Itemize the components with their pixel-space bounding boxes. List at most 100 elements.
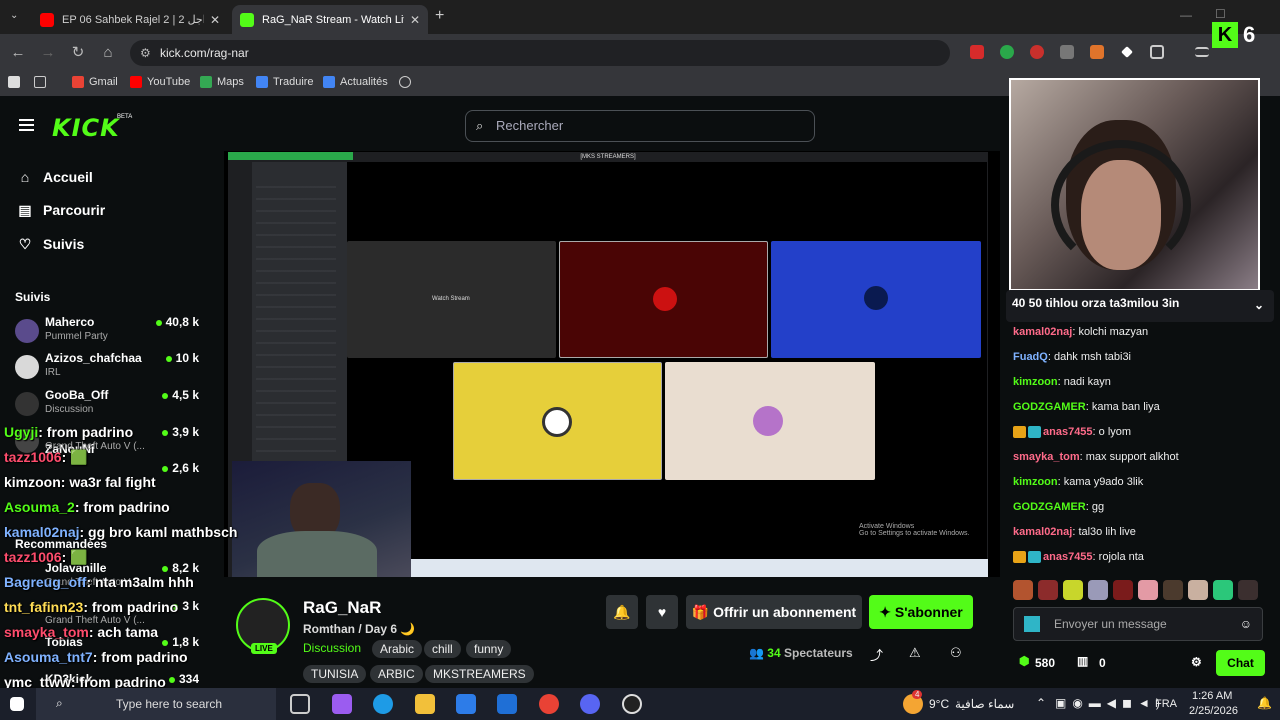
notification-bell-button[interactable]: 🔔 (606, 595, 638, 629)
extension-glasses-icon[interactable] (1060, 45, 1074, 59)
bookmark-gmail[interactable]: Gmail (72, 76, 118, 88)
share-icon[interactable]: ⤴ (870, 645, 883, 664)
gifts-count[interactable]: 0 (1099, 656, 1106, 670)
chat-username[interactable]: smayka_tom (1013, 451, 1080, 463)
nav-suivis[interactable]: ♡ Suivis (17, 236, 85, 252)
report-icon[interactable]: ⚠ (909, 645, 921, 661)
tag-chill[interactable]: chill (424, 640, 461, 658)
emote-icon[interactable] (1238, 580, 1258, 600)
emote-icon[interactable] (1188, 580, 1208, 600)
chat-settings-icon[interactable]: ⚙ (1191, 655, 1202, 669)
new-tab-icon[interactable]: + (435, 7, 444, 25)
extension-red-icon[interactable] (970, 45, 984, 59)
tab-kick[interactable]: RaG_NaR Stream - Watch Live ✕ (232, 5, 428, 34)
extension-green-icon[interactable] (1000, 45, 1014, 59)
minimize-icon[interactable]: — (1180, 8, 1192, 22)
chat-username[interactable]: kimzoon (1013, 476, 1058, 488)
tab-list-dropdown-icon[interactable]: ⌄ (10, 10, 18, 21)
mail-icon[interactable] (497, 694, 517, 714)
bookmark-actualites[interactable]: Actualités (323, 76, 388, 88)
nav-accueil[interactable]: ⌂ Accueil (17, 169, 93, 185)
emote-icon[interactable] (1138, 580, 1158, 600)
picture-in-picture-webcam[interactable] (1009, 78, 1260, 291)
stream-video-player[interactable]: [MKS STREAMERS] Watch Stream Activate Wi… (224, 151, 1000, 577)
emote-icon[interactable] (1063, 580, 1083, 600)
hamburger-menu-icon[interactable] (19, 119, 34, 131)
followed-channel[interactable]: GooBa_Off Discussion 4,5 k (15, 388, 205, 424)
tab-youtube[interactable]: EP 06 Sahbek Rajel 2 | 2 صاحبك راجل ✕ (32, 5, 228, 34)
followed-channel[interactable]: Maherco Pummel Party 40,8 k (15, 315, 205, 351)
file-explorer-icon[interactable] (415, 694, 435, 714)
chevron-down-icon[interactable]: ⌄ (1254, 298, 1264, 312)
emote-icon[interactable] (1088, 580, 1108, 600)
bookmark-grid[interactable] (34, 76, 51, 88)
tray-chevron-icon[interactable]: ⌃ (1036, 696, 1046, 710)
close-tab-icon[interactable]: ✕ (410, 13, 420, 27)
maximize-icon[interactable]: ☐ (1215, 7, 1226, 21)
task-view-icon[interactable] (290, 694, 310, 714)
notification-bell-icon[interactable]: 🔔 (1257, 696, 1272, 710)
store-icon[interactable] (456, 694, 476, 714)
follow-heart-button[interactable]: ♥ (646, 595, 678, 629)
chat-username[interactable]: kamal02naj (1013, 526, 1072, 538)
chat-send-button[interactable]: Chat (1216, 650, 1265, 676)
tag-mkstreamers[interactable]: MKSTREAMERS (425, 665, 534, 683)
taskbar-search-input[interactable]: ⌕ Type here to search (36, 688, 276, 720)
tag-arbic[interactable]: ARBIC (370, 665, 423, 683)
chrome-icon[interactable] (539, 694, 559, 714)
points-count[interactable]: 580 (1035, 656, 1055, 670)
emote-icon[interactable] (1038, 580, 1058, 600)
bookmark-globe[interactable] (399, 76, 416, 88)
emoji-icon[interactable]: ☺ (1240, 608, 1252, 640)
chat-username[interactable]: kamal02naj (1013, 326, 1072, 338)
pinned-message[interactable]: 40 50 tihlou orza ta3milou 3in ⌄ (1006, 290, 1274, 322)
emote-icon[interactable] (1113, 580, 1133, 600)
emote-icon[interactable] (1163, 580, 1183, 600)
site-info-icon[interactable]: ⚙ (140, 40, 151, 66)
clock-time[interactable]: 1:26 AM (1192, 690, 1232, 702)
extensions-puzzle-icon[interactable] (1150, 45, 1164, 59)
tag-funny[interactable]: funny (466, 640, 512, 658)
chat-username[interactable]: kimzoon (1013, 376, 1058, 388)
bookmark-apps[interactable] (8, 76, 25, 88)
gift-subscription-button[interactable]: 🎁 Offrir un abonnement (686, 595, 862, 629)
copilot-icon[interactable] (332, 694, 352, 714)
back-icon[interactable]: ← (8, 43, 28, 63)
reload-icon[interactable]: ↻ (68, 43, 88, 63)
discord-icon[interactable] (580, 694, 600, 714)
menu-icon[interactable] (1195, 47, 1209, 57)
extension-orange-icon[interactable] (1090, 45, 1104, 59)
home-icon[interactable]: ⌂ (98, 43, 118, 63)
chat-username[interactable]: anas7455 (1043, 551, 1093, 563)
users-settings-icon[interactable]: ⚇ (950, 645, 962, 661)
kick-logo[interactable]: KICK (52, 114, 120, 142)
bookmark-traduire[interactable]: Traduire (256, 76, 314, 88)
edge-icon[interactable] (373, 694, 393, 714)
chat-message-input[interactable]: Envoyer un message ☺ (1013, 607, 1263, 641)
emote-icon[interactable] (1013, 580, 1033, 600)
followed-channel[interactable]: Azizos_chafchaa IRL 10 k (15, 351, 205, 387)
chat-username[interactable]: FuadQ (1013, 351, 1048, 363)
clock-date[interactable]: 2/25/2026 (1189, 705, 1238, 717)
kick-extension-icon[interactable]: K (1212, 22, 1238, 48)
emote-icon[interactable] (1213, 580, 1233, 600)
streamer-avatar[interactable]: LIVE (236, 598, 290, 654)
extension-red2-icon[interactable] (1030, 45, 1044, 59)
windows-start-icon[interactable] (10, 697, 24, 711)
subscribe-button[interactable]: ✦ S'abonner (869, 595, 973, 629)
tag-tunisia[interactable]: TUNISIA (303, 665, 367, 683)
obs-icon[interactable] (622, 694, 642, 714)
nav-parcourir[interactable]: ▤ Parcourir (17, 202, 105, 218)
chat-username[interactable]: GODZGAMER (1013, 501, 1086, 513)
stream-category[interactable]: Discussion (303, 641, 361, 655)
chat-username[interactable]: GODZGAMER (1013, 401, 1086, 413)
bookmark-maps[interactable]: Maps (200, 76, 244, 88)
chat-username[interactable]: anas7455 (1043, 426, 1093, 438)
forward-icon[interactable]: → (38, 43, 58, 63)
streamer-name[interactable]: RaG_NaR (303, 598, 381, 618)
search-input[interactable]: ⌕ Rechercher (465, 110, 815, 142)
url-bar[interactable]: ⚙ kick.com/rag-nar (130, 40, 950, 66)
bookmark-youtube[interactable]: YouTube (130, 76, 190, 88)
tag-arabic[interactable]: Arabic (372, 640, 423, 658)
language-indicator[interactable]: FRA (1155, 698, 1177, 710)
